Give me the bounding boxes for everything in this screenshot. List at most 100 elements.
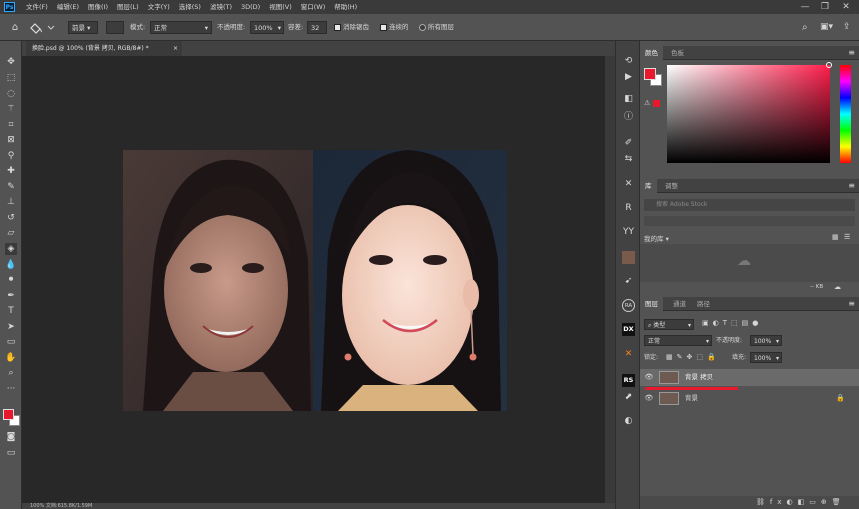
pen-tool-icon[interactable]: ✒ <box>5 290 17 302</box>
hue-slider[interactable] <box>840 65 851 163</box>
tab-adjustments[interactable]: 调整 <box>660 179 683 193</box>
plugin-circle-icon[interactable]: ◐ <box>622 415 635 428</box>
menu-view[interactable]: 视图(V) <box>269 0 292 14</box>
brush-tool-icon[interactable]: ✎ <box>5 181 17 193</box>
info-panel-icon[interactable]: ⓘ <box>622 111 635 124</box>
ra-plugin-icon[interactable]: RA <box>622 299 635 312</box>
cloud-sync-icon[interactable]: ☁ <box>834 283 841 291</box>
marquee-tool-icon[interactable]: ⬚ <box>5 72 17 84</box>
layer-row[interactable]: 👁 背景 🔒 <box>640 390 859 407</box>
history-brush-tool-icon[interactable]: ↺ <box>5 212 17 224</box>
layer-row-selected[interactable]: 👁 背景 拷贝 <box>640 369 859 386</box>
menu-edit[interactable]: 编辑(E) <box>57 0 79 14</box>
blur-tool-icon[interactable]: 💧 <box>5 259 17 271</box>
restore-button[interactable]: ❐ <box>818 1 832 13</box>
home-icon[interactable]: ⌂ <box>8 21 22 34</box>
workspace-icon[interactable]: ▣▾ <box>820 21 833 34</box>
panel-menu-icon[interactable]: ≡ <box>848 179 855 193</box>
menu-filter[interactable]: 滤镜(T) <box>210 0 232 14</box>
mode-select[interactable]: 正常 ▾ <box>150 21 212 34</box>
panel-menu-icon[interactable]: ≡ <box>848 297 855 311</box>
color-picker-cursor[interactable] <box>826 62 832 68</box>
visibility-eye-icon[interactable]: 👁 <box>644 390 654 407</box>
gamut-swatch[interactable] <box>653 100 660 107</box>
library-name[interactable]: 我的库 ▾ <box>644 233 669 243</box>
fill-input[interactable]: 100% ▾ <box>750 352 782 363</box>
menu-window[interactable]: 窗口(W) <box>301 0 326 14</box>
eyedropper-tool-icon[interactable]: ⚲ <box>5 150 17 162</box>
properties-panel-icon[interactable]: ◧ <box>622 93 635 106</box>
menu-select[interactable]: 选择(S) <box>179 0 201 14</box>
contiguous-checkbox[interactable] <box>380 24 387 31</box>
close-window-button[interactable]: ✕ <box>839 1 853 13</box>
vertical-scrollbar[interactable] <box>605 56 615 506</box>
move-tool-icon[interactable]: ✥ <box>5 56 17 68</box>
screen-mode-icon[interactable]: ▭ <box>5 447 17 459</box>
tolerance-input[interactable]: 32 <box>307 21 327 34</box>
fill-source-select[interactable]: 前景 ▾ <box>68 21 98 34</box>
layer-name[interactable]: 背景 拷贝 <box>685 369 713 386</box>
search-icon[interactable]: ⌕ <box>802 21 808 34</box>
layer-name[interactable]: 背景 <box>685 390 698 407</box>
orange-cross-icon[interactable]: ✕ <box>622 348 635 361</box>
document-tab-close[interactable]: × <box>173 41 178 56</box>
color-fg-swatch[interactable] <box>644 68 656 80</box>
quick-mask-icon[interactable]: ◙ <box>5 431 17 443</box>
tab-color[interactable]: 颜色 <box>640 46 663 60</box>
color-field[interactable] <box>667 65 830 163</box>
all-layers-checkbox[interactable] <box>419 24 426 31</box>
tab-layers[interactable]: 图层 <box>640 297 663 311</box>
path-selection-tool-icon[interactable]: ➤ <box>5 321 17 333</box>
healing-brush-tool-icon[interactable]: ✚ <box>5 165 17 177</box>
tab-channels[interactable]: 通道 <box>668 297 691 311</box>
history-panel-icon[interactable]: ⟲ <box>622 55 635 68</box>
hand-tool-icon[interactable]: ✋ <box>5 352 17 364</box>
layer-filter-select[interactable]: ⌕ 类型 ▾ <box>644 319 694 330</box>
menu-type[interactable]: 文字(Y) <box>148 0 170 14</box>
zoom-tool-icon[interactable]: ⌕ <box>5 367 17 379</box>
type-tool-icon[interactable]: T <box>5 305 17 317</box>
export-icon[interactable]: ⬈ <box>622 391 635 404</box>
menu-3d[interactable]: 3D(D) <box>241 0 260 14</box>
magic-wand-tool-icon[interactable]: ⚚ <box>5 103 17 115</box>
r-plugin-icon[interactable]: R <box>622 202 635 215</box>
paint-bucket-icon[interactable] <box>30 20 56 35</box>
rectangle-tool-icon[interactable]: ▭ <box>5 336 17 348</box>
document-image[interactable] <box>123 150 507 411</box>
document-tab[interactable]: 换脸.psd @ 100% (背景 拷贝, RGB/8#) * × <box>26 41 182 56</box>
stock-search-input[interactable]: 搜索 Adobe Stock <box>644 199 855 211</box>
foreground-color-swatch[interactable] <box>3 409 14 420</box>
clone-stamp-tool-icon[interactable]: ⊥ <box>5 196 17 208</box>
tab-libraries[interactable]: 库 <box>640 179 657 193</box>
layer-action-icons[interactable]: ⛓fx◐◧▭⊕🗑 <box>756 496 846 509</box>
share-icon[interactable]: ⇪ <box>843 21 851 34</box>
blend-mode-select[interactable]: 正常 ▾ <box>644 335 712 346</box>
layer-filter-icons[interactable]: ▣◐T⬚▤● <box>702 319 762 327</box>
pattern-picker[interactable] <box>106 21 124 34</box>
grid-view-icon[interactable]: ▦ <box>832 233 839 241</box>
panel-menu-icon[interactable]: ≡ <box>848 46 855 60</box>
antialias-checkbox[interactable] <box>334 24 341 31</box>
list-view-icon[interactable]: ☰ <box>844 233 850 241</box>
paint-bucket-tool-icon[interactable]: ◈ <box>5 243 17 255</box>
opacity-input[interactable]: 100% ▾ <box>250 21 284 34</box>
lock-icons[interactable]: ▦✎✥⬚🔒 <box>666 352 720 363</box>
portrait-plugin-icon[interactable] <box>622 251 635 264</box>
menu-image[interactable]: 图像(I) <box>88 0 108 14</box>
frame-tool-icon[interactable]: ⊠ <box>5 134 17 146</box>
tools-cross-icon[interactable]: ✕ <box>622 178 635 191</box>
adjustments-icon[interactable]: ⇆ <box>622 153 635 166</box>
layer-opacity-input[interactable]: 100% ▾ <box>750 335 782 346</box>
menu-help[interactable]: 帮助(H) <box>334 0 357 14</box>
visibility-eye-icon[interactable]: 👁 <box>644 369 654 386</box>
minimize-button[interactable]: — <box>798 1 812 13</box>
library-filter[interactable] <box>644 216 855 226</box>
lasso-tool-icon[interactable]: ◌ <box>5 88 17 100</box>
menu-layer[interactable]: 图层(L) <box>117 0 139 14</box>
rs-plugin-icon[interactable]: RS <box>622 374 635 387</box>
dodge-tool-icon[interactable]: ⚫ <box>5 274 17 286</box>
eraser-tool-icon[interactable]: ▱ <box>5 227 17 239</box>
arrow-tool-icon[interactable]: ➹ <box>622 275 635 288</box>
actions-panel-icon[interactable]: ▶ <box>622 71 635 84</box>
menu-file[interactable]: 文件(F) <box>26 0 48 14</box>
